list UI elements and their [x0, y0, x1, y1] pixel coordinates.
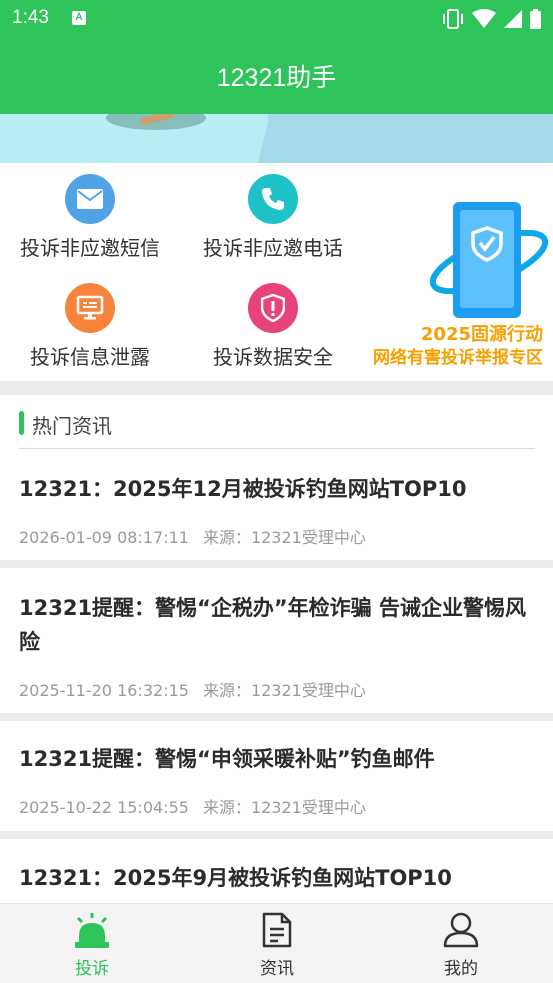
bottom-tab-bar: 投诉 资讯 我的 — [0, 903, 553, 983]
vibrate-icon — [443, 9, 463, 29]
news-title: 12321：2025年12月被投诉钓鱼网站TOP10 — [19, 477, 467, 501]
news-source: 来源：12321受理中心 — [202, 798, 366, 817]
menu-item-info-leak[interactable]: 投诉信息泄露 — [12, 283, 168, 370]
news-time: 2026-01-09 08:17:11 — [19, 528, 189, 547]
phone-shield-icon — [429, 202, 549, 318]
person-icon — [443, 912, 479, 948]
battery-icon — [530, 9, 541, 29]
signal-icon — [504, 10, 522, 28]
shield-alert-icon — [248, 283, 298, 333]
news-item[interactable]: 12321：2025年12月被投诉钓鱼网站TOP10 2026-01-09 08… — [0, 449, 553, 560]
menu-item-label: 投诉非应邀电话 — [203, 236, 343, 260]
news-meta: 2026-01-09 08:17:11 来源：12321受理中心 — [19, 524, 366, 548]
news-item[interactable]: 12321提醒：警惕“申领采暖补贴”钓鱼邮件 2025-10-22 15:04:… — [0, 721, 553, 831]
phone-icon — [248, 174, 298, 224]
app-header: 1:43 A 12321助手 — [0, 0, 553, 114]
tab-label: 资讯 — [260, 959, 294, 979]
news-item[interactable]: 12321：2025年9月被投诉钓鱼网站TOP10 — [0, 839, 553, 909]
tab-news[interactable]: 资讯 — [207, 904, 347, 983]
tab-profile[interactable]: 我的 — [391, 904, 531, 983]
section-title: 热门资讯 — [32, 414, 112, 438]
alarm-light-icon — [75, 913, 109, 948]
news-time: 2025-11-20 16:32:15 — [19, 681, 189, 700]
news-title: 12321提醒：警惕“申领采暖补贴”钓鱼邮件 — [19, 747, 435, 771]
news-source: 来源：12321受理中心 — [202, 528, 366, 547]
banner-shape — [268, 114, 553, 163]
section-accent-bar — [19, 411, 24, 435]
menu-item-label: 投诉非应邀短信 — [20, 236, 160, 260]
envelope-icon — [65, 174, 115, 224]
news-time: 2025-10-22 15:04:55 — [19, 798, 189, 817]
menu-item-label: 投诉数据安全 — [213, 345, 333, 369]
news-title: 12321：2025年9月被投诉钓鱼网站TOP10 — [19, 866, 452, 890]
tab-label: 投诉 — [75, 959, 109, 979]
banner-shape-edge — [258, 114, 270, 163]
document-icon — [262, 912, 292, 948]
system-icons — [442, 8, 541, 30]
menu-item-sms[interactable]: 投诉非应邀短信 — [12, 174, 168, 261]
status-time: 1:43 — [12, 7, 49, 28]
status-bar: 1:43 A — [0, 0, 553, 38]
tab-label: 我的 — [444, 959, 478, 979]
page-title: 12321助手 — [216, 64, 337, 92]
menu-item-call[interactable]: 投诉非应邀电话 — [195, 174, 351, 261]
news-source: 来源：12321受理中心 — [202, 681, 366, 700]
news-meta: 2025-10-22 15:04:55 来源：12321受理中心 — [19, 794, 366, 818]
menu-item-label: 投诉信息泄露 — [30, 345, 150, 369]
harmful-content-report-zone[interactable]: 2025固源行动 网络有害投诉举报专区 — [365, 198, 550, 368]
news-item[interactable]: 12321提醒：警惕“企税办”年检诈骗 告诫企业警惕风险 2025-11-20 … — [0, 568, 553, 713]
tab-complaint[interactable]: 投诉 — [22, 904, 162, 983]
menu-item-data-security[interactable]: 投诉数据安全 — [195, 283, 351, 370]
complaint-menu: 投诉非应邀短信 投诉非应邀电话 投诉信息泄露 投诉数据安全 2025固源行动 网… — [0, 163, 553, 381]
banner-carousel[interactable] — [0, 114, 553, 163]
news-title: 12321提醒：警惕“企税办”年检诈骗 告诫企业警惕风险 — [19, 596, 526, 654]
news-meta: 2025-11-20 16:32:15 来源：12321受理中心 — [19, 677, 366, 701]
zone-title-line2: 网络有害投诉举报专区 — [373, 348, 543, 368]
app-screen: 1:43 A 12321助手 投诉非应邀短信 投诉非应邀电话 投诉信息泄露 投诉… — [0, 0, 553, 983]
a-icon: A — [72, 11, 86, 25]
monitor-icon — [65, 283, 115, 333]
wifi-icon — [472, 9, 496, 28]
